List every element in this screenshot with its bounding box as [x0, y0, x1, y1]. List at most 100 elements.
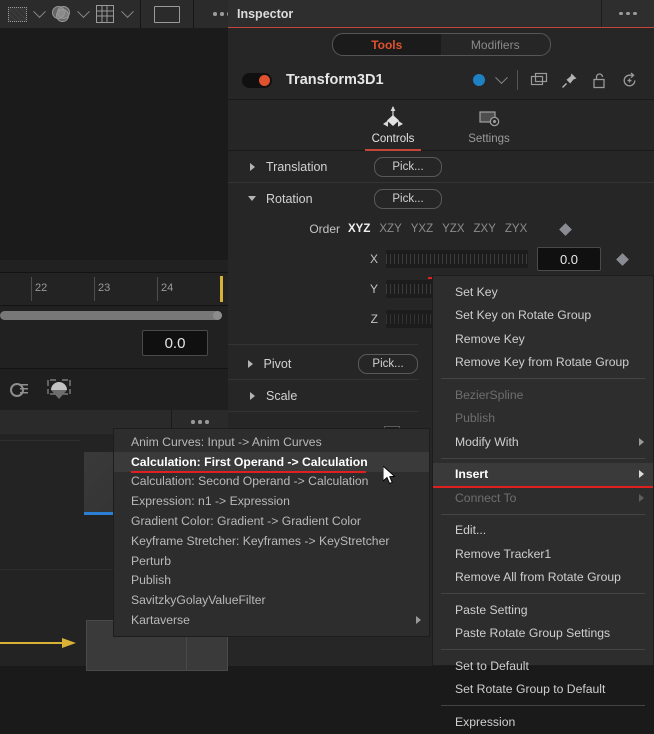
rotation-order-options[interactable]: XYZ XZY YXZ YZX ZXY ZYX — [348, 223, 527, 235]
menu-item-paste-setting[interactable]: Paste Setting — [433, 598, 653, 622]
grid-icon[interactable] — [92, 1, 118, 27]
menu-separator — [441, 593, 645, 594]
menu-item-remove-key[interactable]: Remove Key — [433, 327, 653, 351]
keyframe-diamond[interactable] — [616, 252, 629, 266]
submenu-item-savitzky-golay-value-filter[interactable]: SavitzkyGolayValueFilter — [114, 590, 429, 610]
menu-item-paste-rotate-group-settings[interactable]: Paste Rotate Group Settings — [433, 622, 653, 646]
playhead-marker[interactable] — [220, 276, 223, 302]
group-rotation[interactable]: Rotation Pick... — [228, 183, 654, 214]
color-wheels-icon[interactable] — [48, 1, 74, 27]
menu-item-insert[interactable]: Insert — [433, 462, 653, 488]
timeline-tick-label: 24 — [161, 282, 174, 294]
chevron-down-icon[interactable] — [30, 1, 48, 27]
chevron-right-icon — [416, 616, 421, 625]
rotation-x-slider[interactable] — [386, 250, 528, 268]
current-time-field[interactable]: 0.0 — [142, 330, 208, 356]
rotation-x-field[interactable]: 0.0 — [537, 247, 601, 271]
tab-controls[interactable]: Controls — [357, 105, 429, 151]
order-option-zxy[interactable]: ZXY — [474, 223, 496, 235]
chevron-right-icon — [639, 493, 644, 502]
shape3d-glyph — [47, 379, 71, 399]
viewer-tool-group — [0, 0, 141, 28]
rotation-order-row: Order XYZ XZY YXZ YZX ZXY ZYX — [228, 214, 654, 244]
menu-item-edit[interactable]: Edit... — [433, 519, 653, 543]
chevron-right-icon[interactable] — [242, 162, 262, 171]
menu-item-set-key[interactable]: Set Key — [433, 280, 653, 304]
submenu-item-publish[interactable]: Publish — [114, 571, 429, 591]
lock-glyph — [593, 72, 605, 88]
timeline-tick-label: 23 — [98, 282, 111, 294]
chevron-right-icon[interactable] — [242, 391, 262, 400]
lock-icon[interactable] — [584, 65, 614, 95]
menu-item-modify-with[interactable]: Modify With — [433, 430, 653, 454]
shape3d-icon[interactable] — [42, 374, 76, 406]
menu-item-connect-to: Connect To — [433, 486, 653, 510]
context-menu: Set Key Set Key on Rotate Group Remove K… — [432, 275, 654, 729]
menu-item-set-key-rotate-group[interactable]: Set Key on Rotate Group — [433, 304, 653, 328]
tab-settings-label: Settings — [468, 133, 510, 145]
order-option-zyx[interactable]: ZYX — [505, 223, 527, 235]
tool-enable-toggle[interactable] — [242, 72, 272, 88]
single-viewer-icon[interactable] — [145, 1, 189, 27]
menu-item-set-rotate-group-to-default[interactable]: Set Rotate Group to Default — [433, 678, 653, 702]
chevron-down-icon[interactable] — [118, 1, 136, 27]
page-title: Inspector — [237, 6, 294, 21]
tab-tools[interactable]: Tools — [332, 34, 441, 55]
submenu-item-kartaverse[interactable]: Kartaverse — [114, 610, 429, 630]
order-option-yxz[interactable]: YXZ — [411, 223, 433, 235]
viewer-canvas[interactable] — [0, 28, 228, 260]
left-tools-strip — [0, 368, 230, 411]
menu-item-insert-label: Insert — [455, 467, 489, 482]
chevron-down-icon[interactable] — [74, 1, 92, 27]
viewer-toolbar — [0, 0, 231, 29]
pick-button[interactable]: Pick... — [374, 188, 442, 209]
pick-button[interactable]: Pick... — [374, 156, 442, 177]
timeline-ruler[interactable]: 22 23 24 — [0, 272, 228, 306]
menu-separator — [441, 457, 645, 459]
tab-settings[interactable]: Settings — [453, 105, 525, 150]
submenu-item-calculation-first-operand[interactable]: Calculation: First Operand -> Calculatio… — [114, 451, 429, 473]
color-dot-icon[interactable] — [473, 74, 485, 86]
scrollbar-thumb[interactable] — [213, 311, 222, 320]
viewer-layout-group — [141, 0, 194, 28]
group-translation[interactable]: Translation Pick... — [228, 151, 654, 183]
tools-modifiers-segmented: Tools Modifiers — [331, 33, 551, 56]
menu-item-remove-all-rotate-group[interactable]: Remove All from Rotate Group — [433, 566, 653, 590]
chevron-down-icon[interactable] — [491, 65, 511, 95]
submenu-item-calculation-second-operand[interactable]: Calculation: Second Operand -> Calculati… — [114, 472, 429, 492]
rotation-z-label: Z — [370, 312, 378, 326]
light-icon[interactable] — [2, 374, 36, 406]
settings-icon — [479, 111, 500, 127]
group-scale[interactable]: Scale — [228, 380, 418, 412]
copy-icon[interactable] — [524, 65, 554, 95]
pin-icon[interactable] — [554, 65, 584, 95]
reset-icon[interactable] — [614, 65, 644, 95]
rotation-order-label: Order — [309, 222, 340, 236]
group-scale-label: Scale — [266, 388, 298, 403]
group-pivot[interactable]: Pivot Pick... — [228, 348, 418, 380]
order-option-xzy[interactable]: XZY — [379, 223, 401, 235]
order-option-yzx[interactable]: YZX — [442, 223, 464, 235]
menu-item-remove-key-rotate-group[interactable]: Remove Key from Rotate Group — [433, 351, 653, 375]
insert-submenu: Anim Curves: Input -> Anim Curves Calcul… — [113, 428, 430, 637]
tab-modifiers[interactable]: Modifiers — [441, 34, 550, 55]
timeline-scrollbar[interactable] — [0, 311, 222, 320]
menu-item-remove-tracker1[interactable]: Remove Tracker1 — [433, 542, 653, 566]
submenu-item-anim-curves[interactable]: Anim Curves: Input -> Anim Curves — [114, 432, 429, 452]
submenu-item-perturb[interactable]: Perturb — [114, 551, 429, 571]
menu-item-expression[interactable]: Expression — [433, 710, 653, 734]
keyframe-diamond[interactable] — [559, 222, 573, 236]
selection-rect-icon[interactable] — [4, 1, 30, 27]
menu-separator — [441, 378, 645, 379]
order-option-xyz[interactable]: XYZ — [348, 223, 370, 235]
more-options-icon[interactable] — [601, 0, 654, 27]
submenu-item-expression[interactable]: Expression: n1 -> Expression — [114, 491, 429, 511]
inspector-header: Inspector — [228, 0, 654, 28]
reset-glyph — [623, 72, 635, 86]
submenu-item-gradient-color[interactable]: Gradient Color: Gradient -> Gradient Col… — [114, 511, 429, 531]
pick-button[interactable]: Pick... — [358, 353, 418, 374]
submenu-item-keyframe-stretcher[interactable]: Keyframe Stretcher: Keyframes -> KeyStre… — [114, 531, 429, 551]
chevron-right-icon[interactable] — [242, 359, 260, 368]
tab-controls-label: Controls — [371, 133, 415, 145]
chevron-down-icon[interactable] — [242, 196, 262, 201]
